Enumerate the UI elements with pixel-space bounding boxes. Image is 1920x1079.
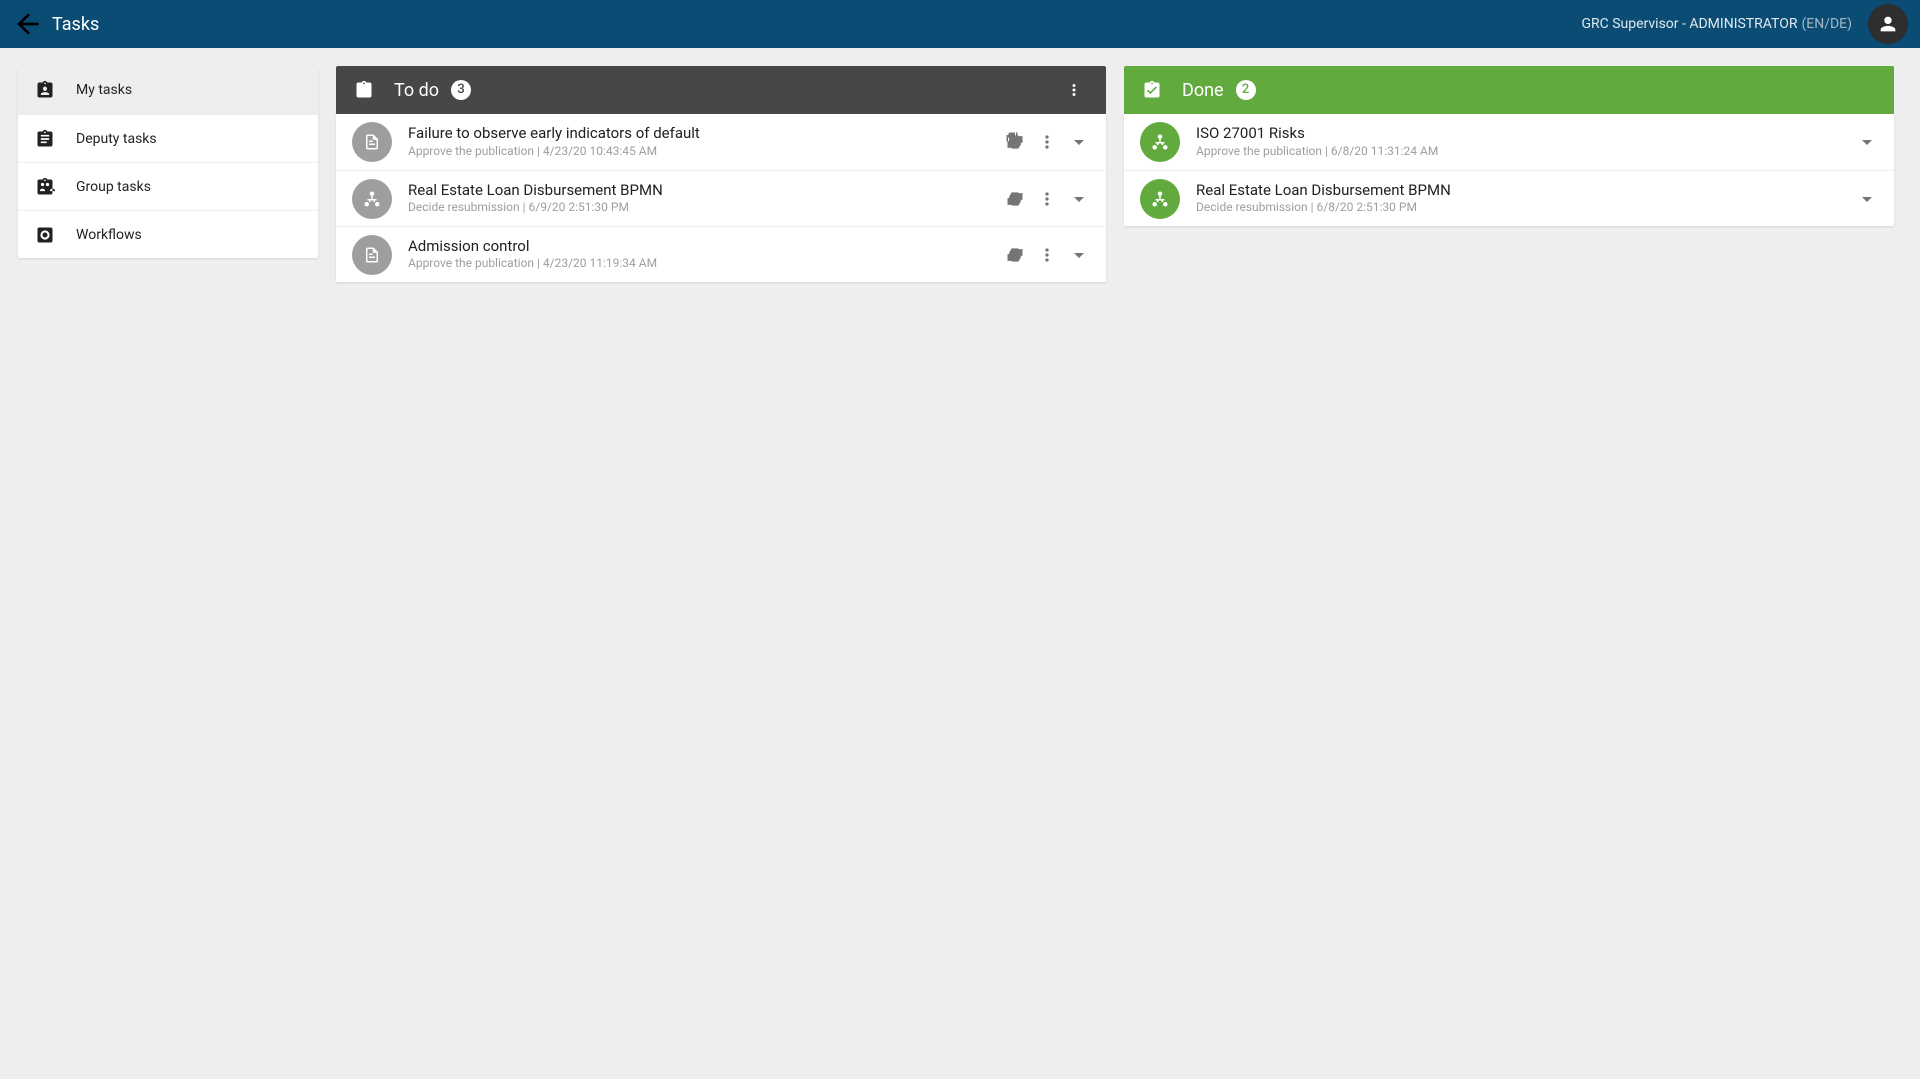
sidebar-item-group-tasks[interactable]: Group tasks <box>18 162 318 210</box>
assignment-group-icon <box>34 176 56 198</box>
task-more-button[interactable] <box>1032 184 1062 214</box>
document-icon <box>363 133 381 151</box>
clipboard-icon <box>352 78 376 102</box>
todo-count-badge: 3 <box>451 80 471 100</box>
more-vert-icon <box>1065 81 1083 99</box>
hierarchy-icon <box>1151 133 1169 151</box>
expand-button[interactable] <box>1064 184 1094 214</box>
todo-task-list: Failure to observe early indicators of d… <box>336 114 1106 282</box>
clipboard-check-icon <box>1140 78 1164 102</box>
task-title: Real Estate Loan Disbursement BPMN <box>408 181 1000 201</box>
sidebar-item-label: Group tasks <box>76 179 151 195</box>
done-title: Done <box>1182 80 1224 101</box>
todo-column: To do 3 Failure to observe early indicat… <box>336 66 1106 282</box>
user-info: GRC Supervisor - ADMINISTRATOR (EN/DE) <box>1581 16 1852 32</box>
task-subtitle: Decide resubmission | 6/9/20 2:51:30 PM <box>408 200 1000 216</box>
task-subtitle: Approve the publication | 6/8/20 11:31:2… <box>1196 144 1852 160</box>
done-count-badge: 2 <box>1236 80 1256 100</box>
task-row[interactable]: Admission control Approve the publicatio… <box>336 226 1106 282</box>
task-type-icon <box>352 235 392 275</box>
vote-button[interactable] <box>1000 240 1030 270</box>
todo-header: To do 3 <box>336 66 1106 114</box>
task-subtitle: Approve the publication | 4/23/20 10:43:… <box>408 144 1000 160</box>
task-type-icon <box>1140 122 1180 162</box>
sidebar-item-label: My tasks <box>76 82 132 98</box>
sidebar: My tasks Deputy tasks Group tasks Workfl… <box>18 66 318 258</box>
sidebar-item-label: Workflows <box>76 227 142 243</box>
todo-more-button[interactable] <box>1060 76 1088 104</box>
app-header: Tasks GRC Supervisor - ADMINISTRATOR (EN… <box>0 0 1920 48</box>
hierarchy-icon <box>363 190 381 208</box>
task-subtitle: Decide resubmission | 6/8/20 2:51:30 PM <box>1196 200 1852 216</box>
thumbs-icon <box>1005 132 1025 152</box>
main-content: My tasks Deputy tasks Group tasks Workfl… <box>0 48 1920 282</box>
chevron-down-icon <box>1855 187 1879 211</box>
chevron-down-icon <box>1855 130 1879 154</box>
expand-button[interactable] <box>1064 240 1094 270</box>
task-subtitle: Approve the publication | 4/23/20 11:19:… <box>408 256 1000 272</box>
assignment-ind-icon <box>34 79 56 101</box>
sidebar-item-label: Deputy tasks <box>76 131 157 147</box>
task-row[interactable]: ISO 27001 Risks Approve the publication … <box>1124 114 1894 170</box>
settings-app-icon <box>34 224 56 246</box>
task-title: Failure to observe early indicators of d… <box>408 124 1000 144</box>
person-icon <box>1877 13 1899 35</box>
done-column: Done 2 ISO 27001 Risks Approve the publi… <box>1124 66 1894 226</box>
user-lang: (EN/DE) <box>1801 16 1852 32</box>
document-icon <box>363 246 381 264</box>
chevron-down-icon <box>1067 130 1091 154</box>
sidebar-item-workflows[interactable]: Workflows <box>18 210 318 258</box>
task-title: ISO 27001 Risks <box>1196 124 1852 144</box>
arrow-back-icon <box>12 8 44 40</box>
expand-button[interactable] <box>1064 127 1094 157</box>
task-type-icon <box>352 179 392 219</box>
todo-title: To do <box>394 80 439 101</box>
task-type-icon <box>352 122 392 162</box>
task-row[interactable]: Failure to observe early indicators of d… <box>336 114 1106 170</box>
chevron-down-icon <box>1067 243 1091 267</box>
page-title: Tasks <box>52 14 99 35</box>
task-title: Real Estate Loan Disbursement BPMN <box>1196 181 1852 201</box>
user-role: GRC Supervisor - ADMINISTRATOR <box>1581 16 1797 32</box>
chevron-down-icon <box>1067 187 1091 211</box>
vote-button[interactable] <box>1000 127 1030 157</box>
task-row[interactable]: Real Estate Loan Disbursement BPMN Decid… <box>1124 170 1894 226</box>
vote-button[interactable] <box>1000 184 1030 214</box>
sidebar-item-deputy-tasks[interactable]: Deputy tasks <box>18 114 318 162</box>
task-title: Admission control <box>408 237 1000 257</box>
expand-button[interactable] <box>1852 127 1882 157</box>
more-vert-icon <box>1037 245 1057 265</box>
more-vert-icon <box>1037 189 1057 209</box>
thumbs-icon <box>1005 189 1025 209</box>
done-task-list: ISO 27001 Risks Approve the publication … <box>1124 114 1894 226</box>
sidebar-item-my-tasks[interactable]: My tasks <box>18 66 318 114</box>
task-row[interactable]: Real Estate Loan Disbursement BPMN Decid… <box>336 170 1106 226</box>
thumbs-icon <box>1005 245 1025 265</box>
back-button[interactable] <box>12 8 44 40</box>
task-type-icon <box>1140 179 1180 219</box>
assignment-icon <box>34 128 56 150</box>
more-vert-icon <box>1037 132 1057 152</box>
done-header: Done 2 <box>1124 66 1894 114</box>
task-more-button[interactable] <box>1032 127 1062 157</box>
task-more-button[interactable] <box>1032 240 1062 270</box>
expand-button[interactable] <box>1852 184 1882 214</box>
hierarchy-icon <box>1151 190 1169 208</box>
user-avatar[interactable] <box>1868 4 1908 44</box>
